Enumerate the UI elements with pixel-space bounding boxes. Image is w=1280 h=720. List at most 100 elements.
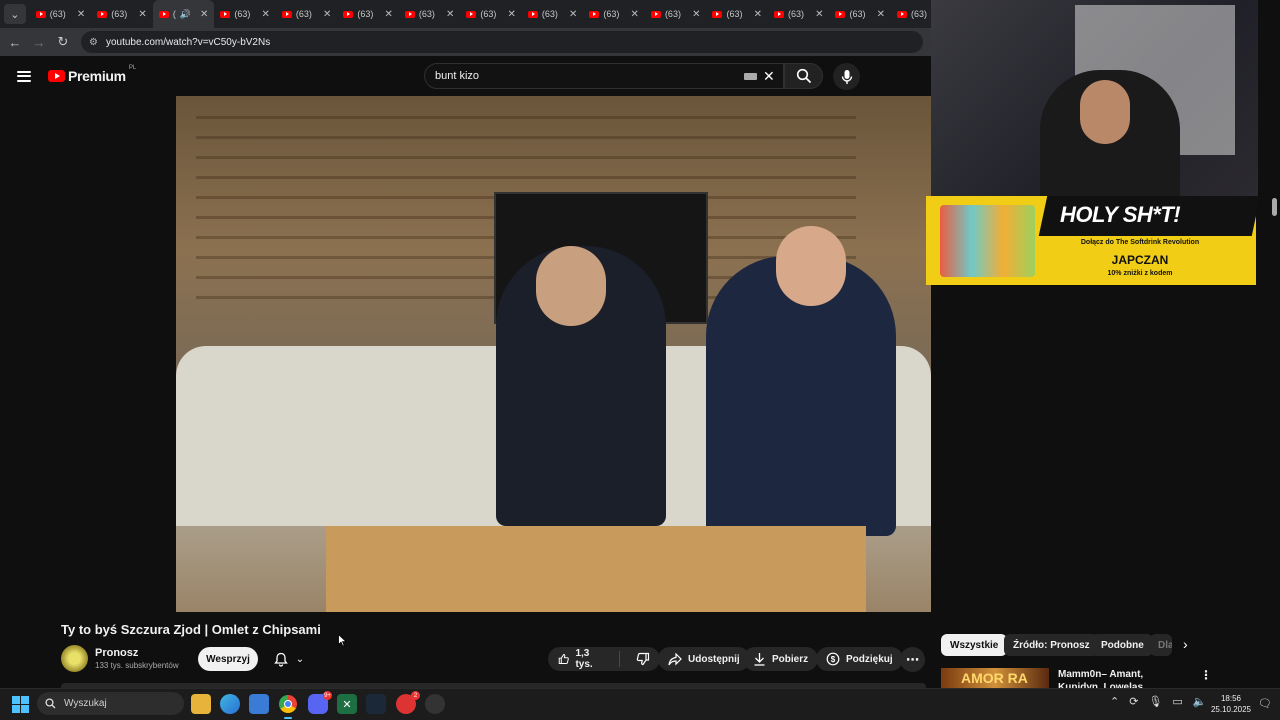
recommendation-menu-icon[interactable]: ⋮ — [1200, 668, 1212, 682]
back-arrow-icon[interactable]: ← — [3, 30, 27, 54]
voice-search-button[interactable] — [833, 63, 860, 90]
close-tab-icon[interactable]: ✕ — [261, 9, 269, 20]
close-tab-icon[interactable]: ✕ — [508, 9, 516, 20]
youtube-favicon-icon — [158, 10, 169, 18]
browser-tab[interactable]: (63) — [891, 0, 931, 28]
browser-tab-active[interactable]: (🔊 ✕ — [152, 0, 215, 28]
microphone-tray-icon[interactable]: 🎙 — [1148, 695, 1162, 708]
app-icon[interactable]: 2 — [396, 691, 420, 714]
address-bar[interactable]: ⚙ youtube.com/watch?v=vC50y-bV2Ns — [81, 31, 923, 53]
site-info-icon[interactable]: ⚙ — [89, 37, 98, 48]
subscriber-count: 133 tys. subskrybentów — [95, 661, 179, 670]
bell-icon — [273, 652, 288, 667]
system-tray: ⌃ ⟳ 🎙 ▭ 🔈 — [1110, 695, 1207, 708]
scrollbar-thumb[interactable] — [1272, 198, 1277, 216]
chip-related[interactable]: Podobne — [1092, 634, 1153, 656]
browser-tab[interactable]: (63) ✕ — [91, 0, 153, 28]
notification-center-icon[interactable]: 🗨 — [1258, 697, 1272, 710]
chip-source[interactable]: Źródło: Pronosz — [1004, 634, 1099, 656]
close-tab-icon[interactable]: ✕ — [815, 9, 823, 20]
video-title: Ty to byś Szczura Zjod | Omlet z Chipsam… — [61, 622, 321, 637]
menu-icon[interactable] — [17, 70, 31, 82]
close-tab-icon[interactable]: ✕ — [384, 9, 392, 20]
youtube-favicon-icon — [466, 10, 477, 18]
chrome-icon[interactable] — [278, 694, 298, 719]
taskbar-clock[interactable]: 18:56 25.10.2025 — [1206, 693, 1256, 715]
recommendation-title[interactable]: Mamm0n– Amant, Kupidyn, Lowelas — [1058, 668, 1188, 688]
tray-chevron-up-icon[interactable]: ⌃ — [1110, 695, 1119, 708]
like-button[interactable]: 1,3 tys. — [548, 647, 613, 671]
browser-tab[interactable]: (63) ✕ — [768, 0, 830, 28]
channel-name[interactable]: Pronosz — [95, 647, 138, 659]
search-button[interactable] — [784, 63, 823, 89]
close-tab-icon[interactable]: ✕ — [323, 9, 331, 20]
browser-tab[interactable]: (63) ✕ — [829, 0, 891, 28]
sync-icon[interactable]: ⟳ — [1129, 695, 1138, 708]
youtube-favicon-icon — [527, 10, 538, 18]
video-frame-table — [326, 526, 866, 612]
close-tab-icon[interactable]: ✕ — [877, 9, 885, 20]
clear-search-icon[interactable]: ✕ — [763, 68, 775, 85]
steam-icon[interactable] — [366, 694, 386, 714]
browser-tab[interactable]: (63) ✕ — [337, 0, 399, 28]
chevron-right-icon[interactable]: › — [1183, 636, 1188, 652]
forward-arrow-icon[interactable]: → — [27, 30, 51, 54]
browser-tab[interactable]: (63) ✕ — [522, 0, 584, 28]
browser-tab[interactable]: (63) ✕ — [645, 0, 707, 28]
tab-search-button[interactable]: ⌄ — [4, 4, 26, 24]
youtube-favicon-icon — [343, 10, 354, 18]
discord-icon[interactable]: 9+ — [308, 691, 332, 714]
clock-time: 18:56 — [1220, 694, 1242, 703]
discord-notification-badge: 9+ — [323, 691, 332, 700]
youtube-premium-logo[interactable]: Premium PL — [48, 65, 136, 84]
chip-all[interactable]: Wszystkie — [941, 634, 1008, 656]
youtube-favicon-icon — [220, 10, 231, 18]
obs-icon[interactable] — [425, 694, 445, 714]
thanks-button[interactable]: $ Podziękuj — [816, 647, 903, 671]
youtube-favicon-icon — [281, 10, 292, 18]
more-actions-button[interactable]: ⋯ — [900, 647, 925, 672]
like-dislike-group: 1,3 tys. — [548, 647, 660, 671]
video-player[interactable] — [176, 96, 931, 612]
recommendation-thumbnail[interactable]: AMOR RA — [941, 668, 1049, 688]
mouse-cursor-icon — [338, 633, 348, 652]
close-tab-icon[interactable]: ✕ — [138, 9, 146, 20]
browser-tab[interactable]: (63) ✕ — [30, 0, 92, 28]
windows-start-icon[interactable] — [12, 696, 29, 713]
close-tab-icon[interactable]: ✕ — [569, 9, 577, 20]
file-explorer-icon[interactable] — [191, 694, 211, 714]
edge-browser-icon[interactable] — [220, 694, 240, 714]
download-button[interactable]: Pobierz — [743, 647, 819, 671]
taskbar-search[interactable]: Wyszukaj — [37, 692, 184, 715]
channel-avatar[interactable] — [61, 645, 88, 672]
share-button[interactable]: Udostępnij — [658, 647, 750, 671]
close-tab-icon[interactable]: ✕ — [200, 9, 208, 20]
youtube-favicon-icon — [712, 10, 723, 18]
microsoft-store-icon[interactable] — [249, 694, 269, 714]
browser-tab[interactable]: (63) ✕ — [214, 0, 276, 28]
close-tab-icon[interactable]: ✕ — [446, 9, 454, 20]
volume-icon[interactable]: 🔈 — [1193, 695, 1207, 708]
browser-tab[interactable]: (63) ✕ — [706, 0, 768, 28]
excel-icon[interactable]: ✕ — [337, 694, 357, 714]
browser-tab[interactable]: (63) ✕ — [276, 0, 338, 28]
close-tab-icon[interactable]: ✕ — [692, 9, 700, 20]
microphone-icon — [841, 69, 852, 84]
dislike-button[interactable] — [626, 647, 660, 671]
support-button[interactable]: Wesprzyj — [198, 647, 258, 671]
close-tab-icon[interactable]: ✕ — [631, 9, 639, 20]
search-input[interactable]: bunt kizo — [424, 63, 784, 89]
notifications-button[interactable]: ⌄ — [264, 647, 314, 671]
network-icon[interactable]: ▭ — [1172, 695, 1182, 708]
close-tab-icon[interactable]: ✕ — [754, 9, 762, 20]
browser-tab[interactable]: (63) ✕ — [460, 0, 522, 28]
keyboard-icon[interactable] — [744, 73, 757, 80]
chip-for-you[interactable]: Dla — [1150, 634, 1172, 656]
page-scrollbar[interactable] — [1270, 196, 1278, 686]
ad-discount: 10% zniżki z kodem — [1107, 270, 1173, 277]
audio-playing-icon[interactable]: 🔊 — [180, 9, 191, 20]
browser-tab[interactable]: (63) ✕ — [583, 0, 645, 28]
close-tab-icon[interactable]: ✕ — [77, 9, 85, 20]
browser-tab[interactable]: (63) ✕ — [399, 0, 461, 28]
reload-icon[interactable]: ↻ — [51, 30, 75, 54]
